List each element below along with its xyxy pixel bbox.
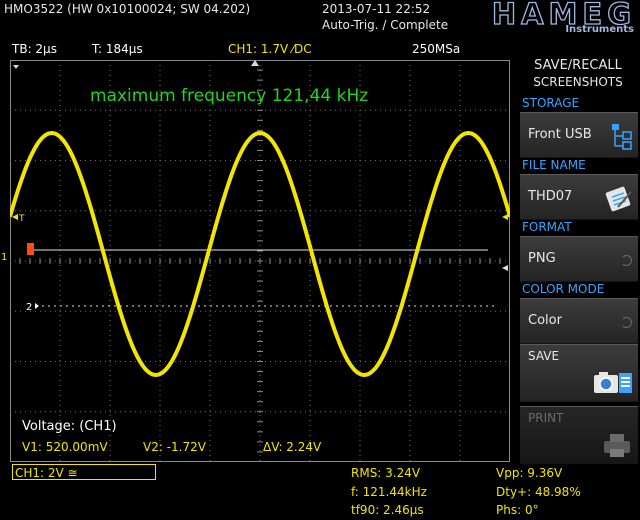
- scope-screen[interactable]: T 2: [10, 60, 510, 462]
- color-mode-value: Color: [528, 313, 562, 328]
- ch1-scale-box[interactable]: CH1: 2V ≅: [12, 464, 156, 480]
- file-edit-icon: [605, 186, 632, 212]
- print-label: PRINT: [528, 411, 564, 425]
- ch2-marker: 2: [26, 302, 32, 313]
- trigger-status: Auto-Trig. / Complete: [322, 18, 449, 32]
- storage-section-label: STORAGE: [522, 96, 580, 110]
- print-button[interactable]: PRINT: [520, 406, 638, 464]
- file-name-value: THD07: [528, 189, 573, 204]
- format-button[interactable]: PNG: [520, 236, 638, 282]
- cycle-arrow-icon: [621, 255, 632, 266]
- brand-subtitle: Instruments: [565, 24, 634, 35]
- trigger-point-marker: [27, 243, 34, 255]
- channel1-setting: CH1: 1.7V ⁄DC: [228, 42, 312, 56]
- cursor-v1: V1: 520.00mV: [22, 440, 108, 454]
- sample-rate: 250MSa: [412, 42, 461, 56]
- instrument-model: HMO3522 (HW 0x10100024; SW 04.202): [4, 2, 251, 16]
- save-label: SAVE: [528, 349, 560, 363]
- color-mode-button[interactable]: Color: [520, 298, 638, 344]
- brand-logo: HAMEG Instruments: [452, 0, 636, 38]
- format-section-label: FORMAT: [522, 220, 572, 234]
- camera-save-icon: [594, 372, 632, 393]
- measurement-fall-time: tf90: 2.46µs: [351, 503, 424, 517]
- menu-title-line2: SCREENSHOTS: [533, 75, 623, 89]
- storage-value: Front USB: [528, 127, 592, 142]
- measurement-phase: Phs: 0°: [496, 503, 539, 517]
- menu-title-line1: SAVE/RECALL: [534, 58, 622, 73]
- measurement-duty: Dty+: 48.98%: [496, 485, 581, 499]
- save-button[interactable]: SAVE: [520, 344, 638, 402]
- cursor-measurement-title: Voltage: (CH1): [22, 419, 117, 434]
- cursor-delta-v: ΔV: 2.24V: [263, 440, 322, 454]
- cursor-v2: V2: -1.72V: [143, 440, 206, 454]
- cycle-arrow-icon: [621, 317, 632, 328]
- measurement-vpp: Vpp: 9.36V: [496, 466, 563, 480]
- usb-tree-icon: [612, 124, 632, 150]
- menu-title: SAVE/RECALL SCREENSHOTS: [516, 58, 640, 90]
- file-name-section-label: FILE NAME: [522, 158, 586, 172]
- format-value: PNG: [528, 251, 556, 266]
- printer-icon: [604, 434, 630, 457]
- file-name-button[interactable]: THD07: [520, 174, 638, 220]
- measurement-frequency: f: 121.44kHz: [351, 485, 427, 499]
- timestamp: 2013-07-11 22:52: [322, 2, 431, 16]
- color-mode-section-label: COLOR MODE: [522, 282, 605, 296]
- trigger-label: T: [18, 214, 25, 224]
- ch1-marker[interactable]: 1: [1, 252, 7, 263]
- storage-button[interactable]: Front USB: [520, 112, 638, 158]
- measurement-rms: RMS: 3.24V: [351, 466, 421, 480]
- frequency-annotation: maximum frequency 121,44 kHz: [90, 86, 369, 106]
- timebase-readout: TB: 2µs: [12, 42, 57, 56]
- trigger-delay-readout: T: 184µs: [92, 42, 143, 56]
